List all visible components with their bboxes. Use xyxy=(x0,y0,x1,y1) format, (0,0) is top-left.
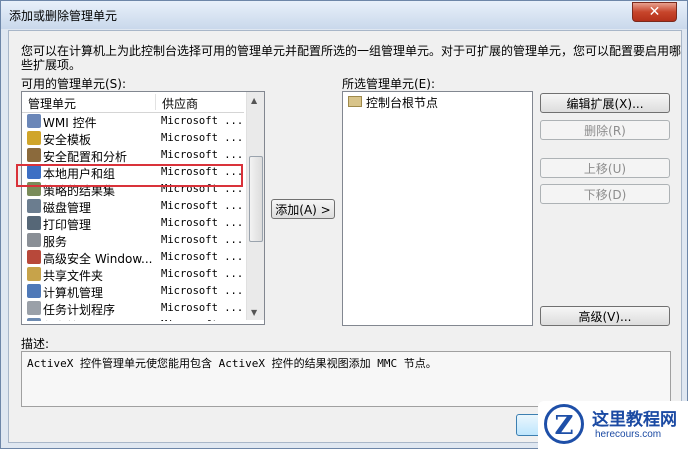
snapin-name: 安全配置和分析 xyxy=(43,150,128,164)
intro-text: 您可以在计算机上为此控制台选择可用的管理单元并配置所选的一组管理单元。对于可扩展… xyxy=(21,44,682,72)
close-button[interactable]: ✕ xyxy=(632,2,677,22)
site-watermark: Z 这里教程网 herecours.com xyxy=(538,401,688,449)
snapin-name: 安全模板 xyxy=(43,133,92,147)
highlight-annotation xyxy=(16,164,243,187)
security-analysis-icon xyxy=(27,148,41,162)
firewall-icon xyxy=(27,250,41,264)
available-snapins-list[interactable]: 管理单元 供应商 WMI 控件 Microsoft ... 安全模板 Microsof… xyxy=(21,91,265,325)
snapin-name: WMI 控件 xyxy=(43,116,97,130)
services-icon xyxy=(27,233,41,247)
scroll-down-icon[interactable]: ▼ xyxy=(251,308,257,317)
scroll-thumb[interactable] xyxy=(249,156,263,242)
list-item[interactable]: 打印管理 Microsoft ... xyxy=(22,215,244,232)
list-item[interactable]: 计算机管理 Microsoft ... xyxy=(22,283,244,300)
disk-icon xyxy=(27,199,41,213)
list-item[interactable]: 安全模板 Microsoft ... xyxy=(22,130,244,147)
advanced-button[interactable]: 高级(V)... xyxy=(540,306,670,326)
snapin-vendor: Microsoft ... xyxy=(161,268,244,280)
list-item[interactable]: 任务计划程序 Microsoft ... xyxy=(22,300,244,317)
snapin-vendor: Microsoft ... xyxy=(161,217,244,229)
snapin-name: 共享文件夹 xyxy=(43,269,104,283)
console-root-node[interactable]: 控制台根节点 xyxy=(366,94,438,111)
list-item[interactable]: 任务管理器 Microsoft ... xyxy=(22,317,244,321)
shared-folder-icon xyxy=(27,267,41,281)
list-item[interactable]: WMI 控件 Microsoft ... xyxy=(22,113,244,130)
snapin-name: 任务管理器 xyxy=(43,318,103,321)
snapin-vendor: Microsoft ... xyxy=(161,149,244,161)
available-label: 可用的管理单元(S): xyxy=(21,77,127,91)
close-icon: ✕ xyxy=(648,4,661,20)
list-item[interactable]: 服务 Microsoft ... xyxy=(22,232,244,249)
snapin-vendor: Microsoft ... xyxy=(161,302,244,314)
snapin-name: 打印管理 xyxy=(43,218,92,232)
scroll-up-icon[interactable]: ▲ xyxy=(251,96,257,105)
move-down-button[interactable]: 下移(D) xyxy=(540,184,670,204)
title-bar: 添加或删除管理单元 ✕ xyxy=(1,1,687,29)
clock-icon xyxy=(27,301,41,315)
column-divider xyxy=(155,94,156,110)
computer-icon xyxy=(27,284,41,298)
edit-extensions-button[interactable]: 编辑扩展(X)... xyxy=(540,93,670,113)
remove-button[interactable]: 删除(R) xyxy=(540,120,670,140)
list-item[interactable]: 共享文件夹 Microsoft ... xyxy=(22,266,244,283)
snapin-name: 任务计划程序 xyxy=(43,303,116,317)
snapin-vendor: Microsoft ... xyxy=(161,251,244,263)
add-remove-snapin-dialog: 添加或删除管理单元 ✕ 您可以在计算机上为此控制台选择可用的管理单元并配置所选的… xyxy=(0,0,688,449)
snapin-name: 服务 xyxy=(43,235,68,249)
snapin-vendor: Microsoft ... xyxy=(161,132,244,144)
list-header: 管理单元 供应商 xyxy=(22,92,244,113)
column-header-name[interactable]: 管理单元 xyxy=(28,95,76,112)
task-icon xyxy=(27,318,41,321)
list-item[interactable]: 磁盘管理 Microsoft ... xyxy=(22,198,244,215)
watermark-name: 这里教程网 xyxy=(592,410,677,430)
window-title: 添加或删除管理单元 xyxy=(9,9,118,23)
list-item[interactable]: 高级安全 Window... Microsoft ... xyxy=(22,249,244,266)
description-text: ActiveX 控件管理单元使您能用包含 ActiveX 控件的结果视图添加 M… xyxy=(27,357,437,370)
snapin-vendor: Microsoft ... xyxy=(161,319,243,321)
add-button[interactable]: 添加(A) > xyxy=(271,199,335,219)
snapin-vendor: Microsoft ... xyxy=(161,234,244,246)
description-box: ActiveX 控件管理单元使您能用包含 ActiveX 控件的结果视图添加 M… xyxy=(21,351,671,407)
snapin-vendor: Microsoft ... xyxy=(161,285,244,297)
snapin-vendor: Microsoft ... xyxy=(161,115,244,127)
wmi-icon xyxy=(27,114,41,128)
security-template-icon xyxy=(27,131,41,145)
selected-label: 所选管理单元(E): xyxy=(342,77,435,91)
snapin-name: 磁盘管理 xyxy=(43,201,92,215)
selected-snapins-list[interactable]: 控制台根节点 xyxy=(342,91,533,326)
list-scrollbar[interactable]: ▲ ▼ xyxy=(246,92,264,320)
snapin-name: 高级安全 Window... xyxy=(43,252,153,266)
list-item[interactable]: 安全配置和分析 Microsoft ... xyxy=(22,147,244,164)
folder-icon xyxy=(348,96,362,107)
logo-icon: Z xyxy=(544,404,584,444)
snapin-rows: WMI 控件 Microsoft ... 安全模板 Microsoft ... 安全配置… xyxy=(22,113,244,321)
printer-icon xyxy=(27,216,41,230)
description-label: 描述: xyxy=(21,337,50,351)
move-up-button[interactable]: 上移(U) xyxy=(540,158,670,178)
watermark-url: herecours.com xyxy=(595,429,662,440)
snapin-vendor: Microsoft ... xyxy=(161,200,244,212)
snapin-name: 计算机管理 xyxy=(43,286,104,300)
dialog-body: 您可以在计算机上为此控制台选择可用的管理单元并配置所选的一组管理单元。对于可扩展… xyxy=(8,30,682,443)
column-header-vendor[interactable]: 供应商 xyxy=(162,95,198,112)
